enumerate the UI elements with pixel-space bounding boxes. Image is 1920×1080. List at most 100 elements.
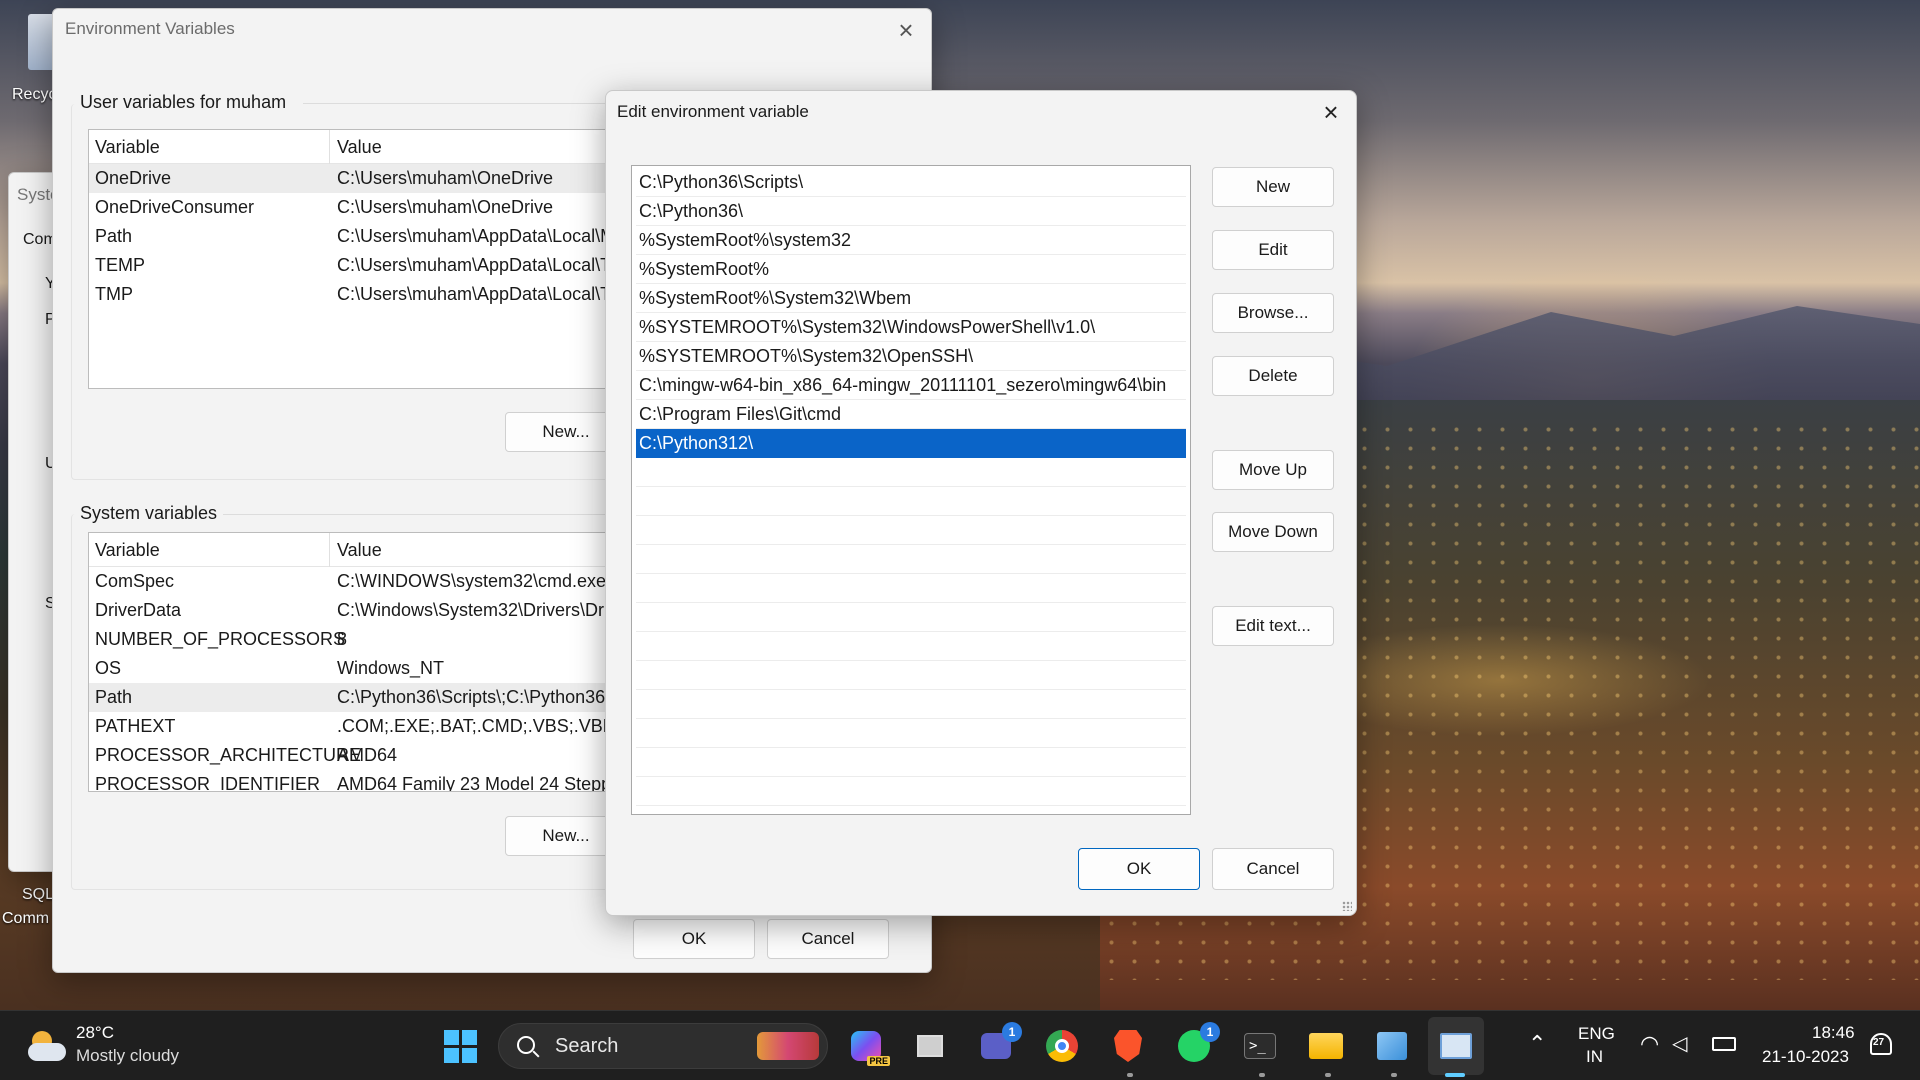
empty-row[interactable] [636,719,1186,748]
column-header-variable[interactable]: Variable [95,540,160,561]
variable-name: Path [95,687,133,707]
ok-button[interactable]: OK [1078,848,1200,890]
list-item[interactable]: C:\Python36\ [636,197,1186,226]
running-indicator [1259,1073,1265,1077]
variable-value: C:\Users\muham\OneDrive [337,197,554,217]
variable-name: OneDriveConsumer [95,197,255,217]
browse-button[interactable]: Browse... [1212,293,1334,333]
weather-widget[interactable]: 28°C Mostly cloudy [20,1019,200,1073]
empty-row[interactable] [636,545,1186,574]
empty-row[interactable] [636,574,1186,603]
move-up-button[interactable]: Move Up [1212,450,1334,490]
list-item[interactable]: C:\Python36\Scripts\ [636,168,1186,197]
list-item-selected[interactable]: C:\Python312\ [636,429,1186,458]
brave-browser-icon[interactable] [1110,1028,1146,1064]
column-separator[interactable] [329,130,330,164]
wifi-icon[interactable]: ◠ [1640,1031,1659,1057]
empty-row[interactable] [636,777,1186,806]
search-box[interactable]: Search [498,1023,828,1069]
ok-button[interactable]: OK [633,919,755,959]
resize-grip-icon[interactable] [1342,901,1352,911]
variable-value: 8 [337,629,348,649]
move-down-button[interactable]: Move Down [1212,512,1334,552]
variable-name: OneDrive [95,168,172,188]
whatsapp-icon[interactable]: 1 [1176,1022,1220,1064]
window-title: Environment Variables [65,19,235,38]
list-item[interactable]: %SystemRoot% [636,255,1186,284]
delete-button[interactable]: Delete [1212,356,1334,396]
weather-cloud-icon [28,1029,66,1063]
list-item[interactable]: %SYSTEMROOT%\System32\OpenSSH\ [636,342,1186,371]
list-item[interactable]: %SYSTEMROOT%\System32\WindowsPowerShell\… [636,313,1186,342]
path-list[interactable]: C:\Python36\Scripts\ C:\Python36\ %Syste… [631,165,1191,815]
clock-date[interactable]: 21-10-2023 [1762,1047,1849,1067]
search-icon-handle [532,1050,540,1058]
path-entry: %SystemRoot%\System32\Wbem [639,288,912,308]
empty-row[interactable] [636,458,1186,487]
running-indicator [1391,1073,1397,1077]
chrome-icon[interactable] [1044,1028,1080,1064]
variable-value: C:\Windows\System32\Drivers\Dr [337,600,605,620]
list-item[interactable]: %SystemRoot%\System32\Wbem [636,284,1186,313]
sql-shortcut-label[interactable]: SQL [22,886,54,904]
battery-icon[interactable] [1712,1037,1736,1051]
empty-row[interactable] [636,516,1186,545]
variable-value: .COM;.EXE;.BAT;.CMD;.VBS;.VBE;.JS [337,716,646,736]
dialog-title: Edit environment variable [617,102,809,121]
list-item[interactable]: %SystemRoot%\system32 [636,226,1186,255]
language-indicator-line2[interactable]: IN [1586,1047,1603,1067]
running-indicator-active [1445,1073,1465,1077]
variable-value: C:\Users\muham\AppData\Local\M [337,226,616,246]
column-header-variable[interactable]: Variable [95,137,160,158]
file-explorer-icon[interactable] [1308,1028,1344,1064]
close-icon[interactable]: × [891,15,921,45]
language-indicator-line1[interactable]: ENG [1578,1024,1615,1044]
running-indicator [1325,1073,1331,1077]
empty-row[interactable] [636,632,1186,661]
empty-row[interactable] [636,661,1186,690]
empty-row[interactable] [636,748,1186,777]
variable-value: C:\WINDOWS\system32\cmd.exe [337,571,607,591]
edit-button[interactable]: Edit [1212,230,1334,270]
system-settings-app-icon[interactable] [1374,1028,1410,1064]
variable-name: PROCESSOR_IDENTIFIER [95,774,321,792]
sql-shortcut-label-2[interactable]: Comm [2,910,49,928]
teams-icon[interactable]: 1 [978,1022,1022,1064]
cancel-button[interactable]: Cancel [767,919,889,959]
windows-start-icon[interactable] [442,1028,478,1064]
path-entry: %SYSTEMROOT%\System32\OpenSSH\ [639,346,974,366]
variable-name: ComSpec [95,571,175,591]
copilot-preview-icon[interactable]: PRE [848,1028,890,1066]
empty-row[interactable] [636,487,1186,516]
clock-time[interactable]: 18:46 [1812,1023,1855,1043]
close-icon[interactable]: × [1316,97,1346,127]
empty-row[interactable] [636,690,1186,719]
terminal-icon[interactable]: >_ [1242,1028,1278,1064]
list-item[interactable]: C:\mingw-w64-bin_x86_64-mingw_20111101_s… [636,371,1186,400]
variable-name: PROCESSOR_ARCHITECTURE [95,745,362,765]
weather-description: Mostly cloudy [76,1046,179,1065]
variable-name: Path [95,226,133,246]
path-entry: %SystemRoot%\system32 [639,230,852,250]
list-item[interactable]: C:\Program Files\Git\cmd [636,400,1186,429]
system-properties-app-icon[interactable] [1438,1028,1474,1064]
column-header-value[interactable]: Value [337,137,382,158]
search-highlight-icon [757,1032,819,1060]
variable-value: C:\Python36\Scripts\;C:\Python36\ [337,687,611,707]
empty-row[interactable] [636,603,1186,632]
column-separator[interactable] [329,533,330,567]
taskbar: 28°C Mostly cloudy Search PRE 1 1 >_ ⌃ E… [0,1010,1920,1080]
cancel-button[interactable]: Cancel [1212,848,1334,890]
column-header-value[interactable]: Value [337,540,382,561]
volume-icon[interactable]: ◁ [1672,1031,1687,1056]
path-entry: C:\mingw-w64-bin_x86_64-mingw_20111101_s… [639,375,1167,395]
notification-count: 27 [1873,1037,1885,1048]
variable-value: C:\Users\muham\AppData\Local\T [337,284,612,304]
new-button[interactable]: New [1212,167,1334,207]
task-view-icon[interactable] [912,1028,948,1064]
edit-text-button[interactable]: Edit text... [1212,606,1334,646]
variable-value: C:\Users\muham\AppData\Local\T [337,255,612,275]
path-entry: C:\Python36\Scripts\ [639,172,804,192]
show-hidden-icons-chevron-icon[interactable]: ⌃ [1528,1031,1546,1057]
variable-value: Windows_NT [337,658,445,678]
